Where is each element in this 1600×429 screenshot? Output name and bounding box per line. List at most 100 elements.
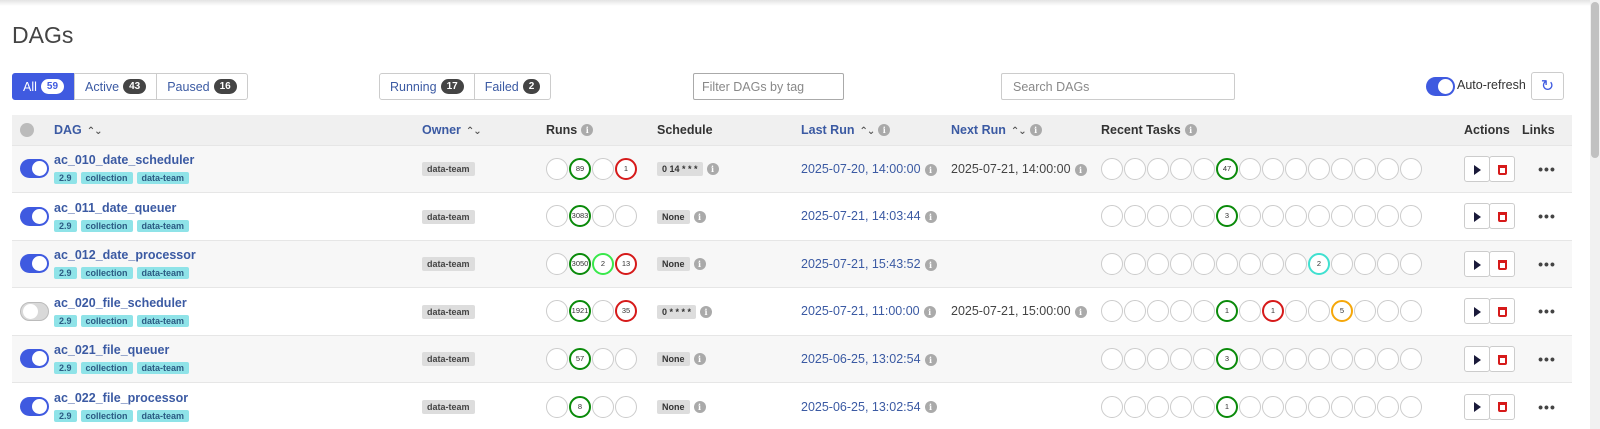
info-icon[interactable]: i [700, 305, 713, 318]
trigger-dag-button[interactable] [1464, 250, 1490, 277]
refresh-button[interactable]: ↻ [1531, 72, 1564, 100]
task-status-circle[interactable] [1193, 157, 1215, 180]
dag-id-link[interactable]: ac_020_file_scheduler [54, 296, 422, 310]
task-status-circle[interactable] [1239, 205, 1261, 228]
more-links-icon[interactable]: ••• [1538, 256, 1556, 272]
info-icon[interactable]: i [924, 163, 937, 176]
task-status-circle[interactable] [1308, 300, 1330, 323]
task-status-circle[interactable] [1101, 205, 1123, 228]
task-status-circle[interactable] [1170, 205, 1192, 228]
run-status-circle[interactable]: 35 [615, 300, 637, 323]
task-status-circle[interactable] [1216, 252, 1238, 275]
header-dag[interactable]: DAG ⌃⌄ [54, 115, 422, 145]
task-status-circle[interactable] [1377, 300, 1399, 323]
owner-badge[interactable]: data-team [422, 209, 475, 224]
dag-id-link[interactable]: ac_021_file_queuer [54, 343, 422, 357]
run-status-circle[interactable] [546, 252, 568, 275]
task-status-circle[interactable]: 5 [1331, 300, 1353, 323]
last-run-link[interactable]: 2025-06-25, 13:02:54 [801, 352, 921, 366]
task-status-circle[interactable] [1124, 252, 1146, 275]
owner-badge[interactable]: data-team [422, 162, 475, 177]
task-status-circle[interactable] [1400, 252, 1422, 275]
task-status-circle[interactable] [1354, 347, 1376, 370]
dag-tag[interactable]: 2.9 [54, 314, 77, 327]
task-status-circle[interactable] [1193, 252, 1215, 275]
dag-pause-toggle[interactable] [20, 397, 49, 416]
task-status-circle[interactable] [1124, 347, 1146, 370]
task-status-circle[interactable] [1262, 347, 1284, 370]
run-status-circle[interactable] [615, 347, 637, 370]
dag-id-link[interactable]: ac_022_file_processor [54, 391, 422, 405]
task-status-circle[interactable] [1354, 157, 1376, 180]
dag-tag[interactable]: collection [80, 219, 133, 232]
task-status-circle[interactable] [1147, 395, 1169, 418]
scrollbar-thumb[interactable] [1591, 2, 1599, 158]
task-status-circle[interactable] [1101, 157, 1123, 180]
task-status-circle[interactable] [1331, 205, 1353, 228]
run-status-circle[interactable] [615, 205, 637, 228]
more-links-icon[interactable]: ••• [1538, 399, 1556, 415]
dag-id-link[interactable]: ac_012_date_processor [54, 248, 422, 262]
info-icon[interactable]: i [1029, 124, 1042, 137]
info-icon[interactable]: i [693, 210, 706, 223]
owner-badge[interactable]: data-team [422, 257, 475, 272]
task-status-circle[interactable] [1262, 252, 1284, 275]
run-status-circle[interactable] [615, 395, 637, 418]
dag-tag[interactable]: collection [80, 314, 133, 327]
info-icon[interactable]: i [924, 258, 937, 271]
task-status-circle[interactable] [1147, 347, 1169, 370]
trigger-dag-button[interactable] [1464, 298, 1490, 325]
info-icon[interactable]: i [693, 258, 706, 271]
task-status-circle[interactable]: 1 [1216, 300, 1238, 323]
dag-tag[interactable]: 2.9 [54, 410, 77, 422]
info-icon[interactable]: i [878, 124, 891, 137]
info-icon[interactable]: i [924, 211, 937, 224]
task-status-circle[interactable] [1400, 157, 1422, 180]
dag-pause-toggle[interactable] [20, 301, 49, 321]
task-status-circle[interactable] [1262, 395, 1284, 418]
owner-badge[interactable]: data-team [422, 304, 475, 319]
task-status-circle[interactable] [1170, 347, 1192, 370]
dag-id-link[interactable]: ac_010_date_scheduler [54, 153, 422, 167]
more-links-icon[interactable]: ••• [1538, 351, 1556, 367]
trigger-dag-button[interactable] [1464, 345, 1490, 372]
run-status-circle[interactable]: 2 [592, 252, 614, 275]
task-status-circle[interactable] [1377, 347, 1399, 370]
sort-icon[interactable]: ⌃⌄ [859, 126, 875, 137]
info-icon[interactable]: i [924, 353, 937, 366]
last-run-link[interactable]: 2025-07-21, 11:00:00 [801, 304, 920, 318]
run-status-circle[interactable] [546, 347, 568, 370]
task-status-circle[interactable] [1354, 300, 1376, 323]
task-status-circle[interactable] [1354, 395, 1376, 418]
task-status-circle[interactable] [1101, 347, 1123, 370]
dag-tag[interactable]: data-team [136, 314, 190, 327]
run-status-circle[interactable]: 8 [569, 395, 591, 418]
info-icon[interactable]: i [581, 124, 594, 137]
trigger-dag-button[interactable] [1464, 203, 1490, 230]
task-status-circle[interactable] [1308, 205, 1330, 228]
dag-pause-toggle[interactable] [20, 206, 49, 226]
task-status-circle[interactable] [1170, 252, 1192, 275]
task-status-circle[interactable] [1400, 300, 1422, 323]
delete-dag-button[interactable] [1489, 250, 1515, 277]
run-status-circle[interactable] [592, 157, 614, 180]
header-owner[interactable]: Owner ⌃⌄ [422, 115, 546, 145]
dag-tag[interactable]: collection [80, 410, 133, 422]
task-status-circle[interactable] [1239, 300, 1261, 323]
filter-paused-button[interactable]: Paused 16 [156, 73, 248, 100]
delete-dag-button[interactable] [1489, 203, 1515, 230]
run-status-circle[interactable] [592, 205, 614, 228]
dag-tag[interactable]: data-team [136, 410, 190, 422]
task-status-circle[interactable] [1170, 395, 1192, 418]
dag-tag[interactable]: 2.9 [54, 267, 77, 280]
last-run-link[interactable]: 2025-07-20, 14:00:00 [801, 162, 921, 176]
info-icon[interactable]: i [923, 306, 936, 319]
run-status-circle[interactable] [592, 347, 614, 370]
task-status-circle[interactable] [1285, 252, 1307, 275]
task-status-circle[interactable]: 2 [1308, 252, 1330, 275]
task-status-circle[interactable] [1124, 395, 1146, 418]
info-icon[interactable]: i [924, 401, 937, 414]
delete-dag-button[interactable] [1489, 298, 1515, 325]
sort-icon[interactable]: ⌃⌄ [466, 126, 482, 137]
dag-tag[interactable]: collection [80, 267, 133, 280]
